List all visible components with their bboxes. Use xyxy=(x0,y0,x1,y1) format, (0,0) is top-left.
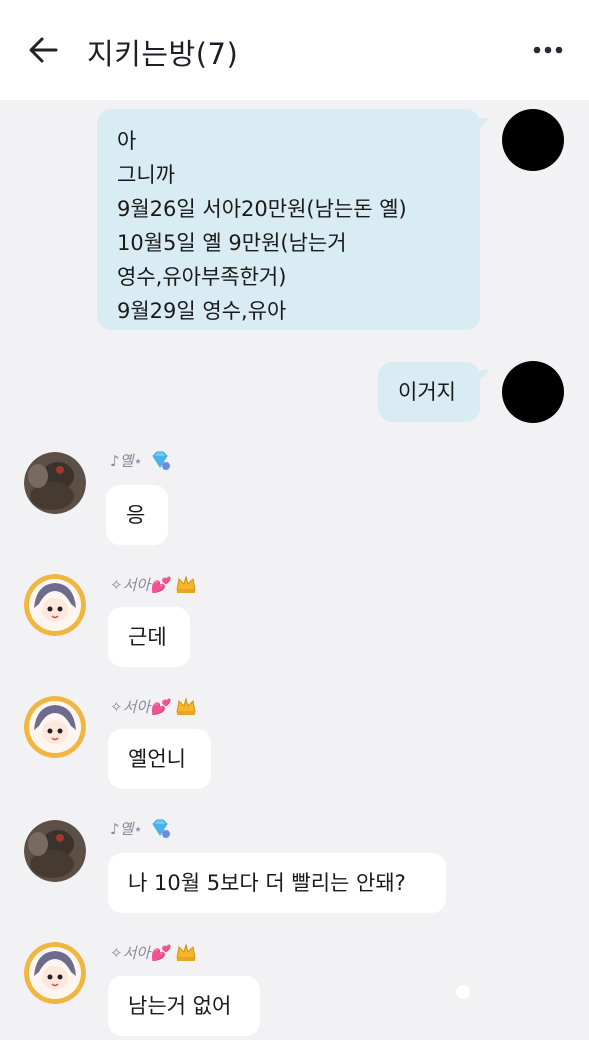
cat-photo-icon xyxy=(24,820,86,882)
avatar-yel[interactable] xyxy=(24,820,86,882)
anime-girl-avatar-icon xyxy=(24,696,86,758)
avatar-yel[interactable] xyxy=(24,452,86,514)
avatar-seoa[interactable] xyxy=(24,696,86,758)
sender-name-line: ♪옐⋆ xyxy=(110,816,171,840)
message-bubble-incoming[interactable]: 옐언니 xyxy=(108,729,211,789)
message-bubble-outgoing[interactable]: 아 그니까 9월26일 서아20만원(남는돈 옐) 10월5일 옐 9만원(남는… xyxy=(97,109,480,330)
message-bubble-incoming[interactable]: 남는거 없어 xyxy=(108,976,260,1036)
diamond-icon xyxy=(152,451,170,470)
bubble-tail xyxy=(480,370,490,380)
anime-girl-avatar-icon xyxy=(24,574,86,636)
message-bubble-incoming[interactable]: 근데 xyxy=(108,607,190,667)
sender-name-line: ✧서아💕 xyxy=(110,940,197,964)
chat-title: 지키는방(7) xyxy=(87,37,239,71)
sender-name: ✧서아💕 xyxy=(110,943,169,962)
sender-name-line: ♪옐⋆ xyxy=(110,448,171,472)
chat-header: 지키는방(7) xyxy=(0,0,589,100)
my-avatar[interactable] xyxy=(502,109,564,171)
sender-name: ♪옐⋆ xyxy=(110,451,143,470)
my-avatar[interactable] xyxy=(502,361,564,423)
message-bubble-incoming[interactable]: 나 10월 5보다 더 빨리는 안돼? xyxy=(108,853,446,913)
sender-name-line: ✧서아💕 xyxy=(110,572,197,596)
crown-icon xyxy=(176,697,196,715)
sender-name-line: ✧서아💕 xyxy=(110,694,197,718)
message-bubble-outgoing[interactable]: 이거지 xyxy=(378,362,480,422)
more-horizontal-icon[interactable] xyxy=(526,36,570,64)
crown-icon xyxy=(176,575,196,593)
arrow-left-icon[interactable] xyxy=(26,33,60,67)
bubble-tail xyxy=(480,118,490,128)
crown-icon xyxy=(176,943,196,961)
anime-girl-avatar-icon xyxy=(24,942,86,1004)
avatar-seoa[interactable] xyxy=(24,942,86,1004)
avatar-seoa[interactable] xyxy=(24,574,86,636)
cat-photo-icon xyxy=(24,452,86,514)
sender-name: ♪옐⋆ xyxy=(110,819,143,838)
scroll-indicator[interactable] xyxy=(456,985,470,999)
diamond-icon xyxy=(152,819,170,838)
sender-name: ✧서아💕 xyxy=(110,697,169,716)
message-bubble-incoming[interactable]: 응 xyxy=(106,485,168,545)
sender-name: ✧서아💕 xyxy=(110,575,169,594)
